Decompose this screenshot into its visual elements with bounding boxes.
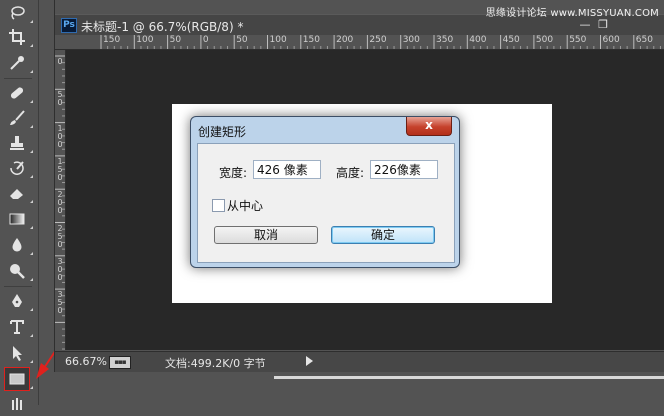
- path-selection-tool[interactable]: [5, 342, 33, 364]
- lasso-icon: [11, 6, 25, 20]
- ruler-tick-label: 0: [57, 57, 63, 66]
- restore-button[interactable]: ❐: [595, 17, 611, 32]
- type-icon: [10, 320, 24, 334]
- dialog-body: 宽度: 426 像素 高度: 226像素 从中心 取消 确定: [197, 143, 455, 263]
- watermark: 思缘设计论坛 www.MISSYUAN.COM: [485, 8, 659, 19]
- width-input[interactable]: 426 像素: [253, 160, 321, 179]
- height-label: 高度:: [336, 166, 365, 180]
- ruler-tick-label: 350: [57, 290, 63, 316]
- ruler-tick-label: 200: [57, 190, 63, 216]
- ruler-tick-label: 300: [402, 35, 420, 45]
- clone-stamp-tool[interactable]: [5, 132, 33, 154]
- status-menu-arrow-icon[interactable]: [306, 356, 313, 366]
- width-label: 宽度:: [219, 166, 248, 180]
- hand-tool[interactable]: [5, 394, 29, 416]
- eyedropper-icon: [10, 56, 24, 70]
- rectangle-icon: [9, 373, 25, 385]
- tools-panel: [0, 0, 39, 410]
- gradient-icon: [9, 213, 25, 225]
- rectangle-tool[interactable]: [4, 367, 33, 391]
- ruler-tick-label: 100: [57, 123, 63, 149]
- document-title: 未标题-1 @ 66.7%(RGB/8) *: [81, 20, 244, 34]
- ruler-tick-label: 300: [57, 256, 63, 282]
- eraser-tool[interactable]: [5, 182, 33, 204]
- ruler-tick-label: 150: [57, 156, 63, 182]
- hand-icon: [12, 398, 22, 410]
- history-brush-icon: [10, 161, 24, 175]
- drop-icon: [12, 238, 22, 252]
- ruler-tick-label: 450: [502, 35, 520, 45]
- ruler-tick-label: 50: [169, 35, 182, 45]
- stamp-icon: [10, 136, 24, 150]
- brush-tool[interactable]: [5, 107, 33, 129]
- dialog-title: 创建矩形: [198, 125, 247, 139]
- ruler-tick-label: 0: [202, 35, 209, 45]
- ruler-tick-label: 100: [136, 35, 154, 45]
- photoshop-icon: Ps: [61, 18, 77, 33]
- cancel-button[interactable]: 取消: [214, 226, 318, 244]
- ok-button[interactable]: 确定: [331, 226, 435, 244]
- ruler-tick-label: 650: [635, 35, 653, 45]
- zoom-level[interactable]: 66.67%: [65, 355, 107, 368]
- vertical-ruler[interactable]: 0 50 100 150 200 250 300 350: [55, 50, 66, 350]
- ruler-tick-label: 600: [602, 35, 620, 45]
- ruler-tick-label: 400: [469, 35, 487, 45]
- bandage-icon: [10, 87, 24, 99]
- document-info: 文档:499.2K/0 字节: [165, 357, 266, 370]
- eraser-icon: [10, 189, 23, 199]
- arrow-pointer-icon: [13, 346, 22, 361]
- pen-tool[interactable]: [5, 290, 33, 312]
- ruler-tick-label: 100: [269, 35, 287, 45]
- from-center-checkbox[interactable]: [212, 199, 225, 212]
- height-input[interactable]: 226像素: [370, 160, 438, 179]
- status-bar: 66.67% ▪▪▪ 文档:499.2K/0 字节: [55, 351, 664, 372]
- ruler-tick-label: 550: [569, 35, 587, 45]
- ruler-tick-label: 50: [57, 90, 63, 108]
- brush-icon: [10, 110, 25, 125]
- ruler-tick-label: 500: [535, 35, 554, 45]
- ruler-tick-label: 250: [369, 35, 387, 45]
- ruler-tick-label: 150: [302, 35, 320, 45]
- ruler-tick-label: 350: [436, 35, 454, 45]
- healing-brush-tool[interactable]: [5, 82, 33, 104]
- ruler-tick-label: 150: [103, 35, 121, 45]
- lasso-tool[interactable]: [5, 2, 33, 24]
- blur-tool[interactable]: [5, 234, 33, 256]
- dodge-tool[interactable]: [5, 260, 33, 282]
- minimize-button[interactable]: —: [577, 17, 593, 32]
- crop-tool[interactable]: [5, 26, 33, 48]
- ruler-tick-label: 250: [57, 223, 63, 249]
- create-rectangle-dialog: 创建矩形 x 宽度: 426 像素 高度: 226像素 从中心 取消 确定: [190, 116, 460, 268]
- magnifier-dodge-icon: [10, 264, 25, 279]
- from-center-label[interactable]: 从中心: [227, 197, 263, 214]
- ruler-tick-label: 50: [236, 35, 248, 45]
- crop-icon: [9, 29, 25, 45]
- type-tool[interactable]: [5, 316, 33, 338]
- ruler-tick-label: 200: [336, 35, 354, 45]
- horizontal-ruler[interactable]: 150 100 50 0 50 100 150 200 250 300 350 400 450 500 55…: [65, 35, 664, 50]
- close-button[interactable]: x: [406, 117, 452, 136]
- history-brush-tool[interactable]: [5, 157, 33, 179]
- gradient-tool[interactable]: [5, 208, 33, 230]
- pen-icon: [12, 294, 22, 307]
- status-preview-icon[interactable]: ▪▪▪: [109, 356, 131, 369]
- horizontal-scrollbar[interactable]: [274, 376, 664, 379]
- eyedropper-tool[interactable]: [5, 52, 33, 74]
